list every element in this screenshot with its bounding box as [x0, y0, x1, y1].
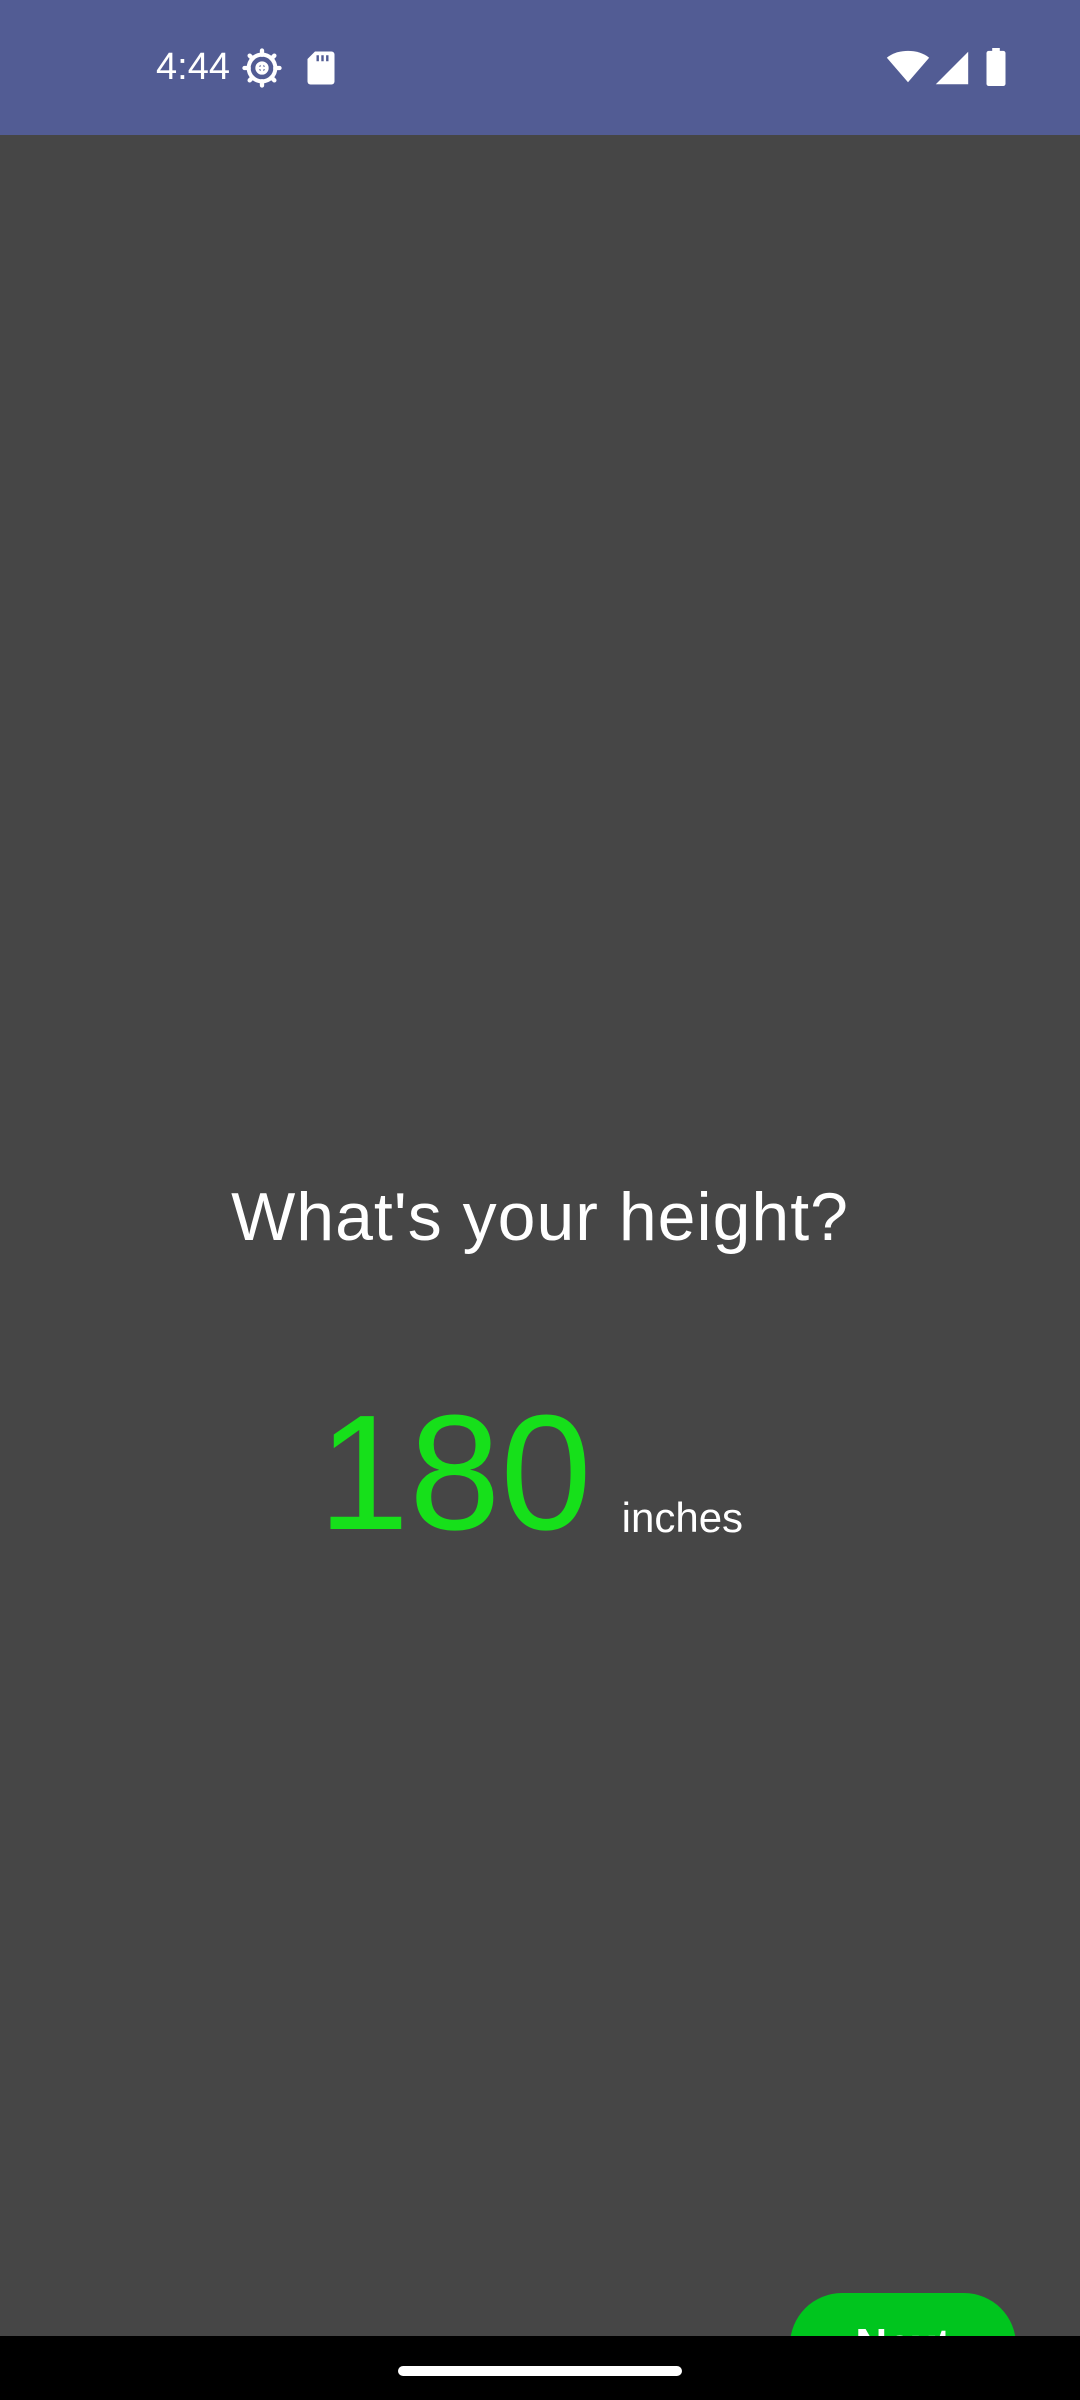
status-time: 4:44 — [156, 46, 230, 88]
cell-signal-icon — [935, 51, 969, 85]
sd-card-icon — [307, 51, 335, 85]
battery-icon — [986, 48, 1006, 86]
height-unit-label: inches — [621, 1494, 744, 1541]
navigation-bar — [0, 2336, 1080, 2400]
home-indicator[interactable] — [398, 2366, 682, 2376]
settings-gear-icon — [242, 48, 282, 88]
status-bar: 4:44 — [0, 0, 1080, 135]
wifi-icon — [886, 50, 930, 83]
height-value-row[interactable]: 180 inches — [318, 1391, 744, 1555]
height-screen: What's your height? 180 inches Next — [0, 135, 1080, 2397]
question-title: What's your height? — [231, 1179, 849, 1255]
height-value[interactable]: 180 — [318, 1391, 592, 1555]
